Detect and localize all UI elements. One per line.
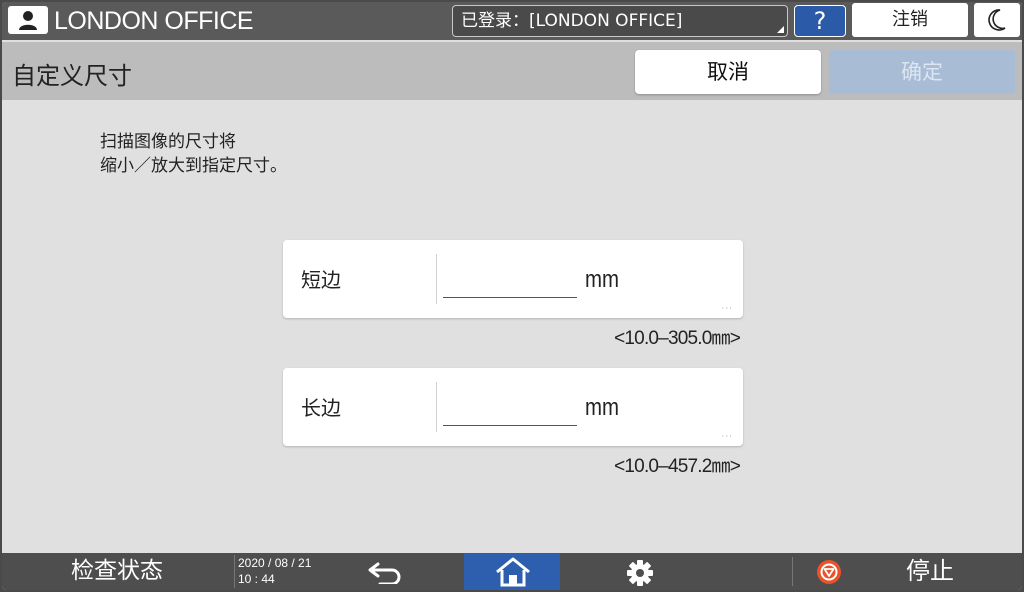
top-bar: LONDON OFFICE 已登录：[LONDON OFFICE] ? 注销 [2, 2, 1022, 40]
divider [792, 557, 793, 586]
logout-button[interactable]: 注销 [852, 3, 968, 37]
long-side-field[interactable]: 长边 mm ··· [283, 368, 743, 446]
short-side-field[interactable]: 短边 mm ··· [283, 240, 743, 318]
back-button[interactable] [332, 553, 442, 590]
field-divider [436, 382, 437, 432]
gear-icon [627, 560, 653, 586]
page-title: 自定义尺寸 [12, 62, 132, 90]
home-button[interactable] [464, 553, 560, 590]
help-button[interactable]: ? [794, 5, 846, 37]
energy-saver-button[interactable] [974, 3, 1020, 37]
check-status-button[interactable]: 检查状态 [2, 553, 232, 590]
user-icon [19, 11, 37, 30]
short-side-unit: mm [585, 266, 619, 293]
short-side-input[interactable] [443, 260, 577, 298]
cancel-button[interactable]: 取消 [635, 50, 821, 94]
time-text: 10 : 44 [238, 572, 275, 586]
ok-button[interactable]: 确定 [829, 50, 1015, 94]
short-side-range: <10.0–305.0㎜> [614, 328, 741, 349]
device-name: LONDON OFFICE [54, 7, 254, 35]
bottom-bar: 检查状态 2020 / 08 / 21 10 : 44 停止 [2, 553, 1022, 590]
long-side-input[interactable] [443, 388, 577, 426]
field-divider [436, 254, 437, 304]
date-time: 2020 / 08 / 21 10 : 44 [234, 555, 311, 588]
stop-button[interactable]: 停止 [794, 553, 1022, 590]
description-line-2: 缩小／放大到指定尺寸。 [100, 156, 287, 176]
date-text: 2020 / 08 / 21 [238, 556, 312, 570]
more-dots-icon: ··· [721, 432, 733, 442]
stop-icon [817, 560, 841, 584]
title-bar: 自定义尺寸 取消 确定 [2, 42, 1022, 100]
long-side-label: 长边 [301, 396, 341, 420]
description: 扫描图像的尺寸将 缩小／放大到指定尺寸。 [100, 130, 287, 178]
user-button[interactable] [8, 6, 48, 34]
more-dots-icon: ··· [721, 304, 733, 314]
short-side-label: 短边 [301, 268, 341, 292]
login-status-text: 已登录：[LONDON OFFICE] [461, 11, 683, 31]
login-status-dropdown[interactable]: 已登录：[LONDON OFFICE] [452, 5, 788, 37]
long-side-unit: mm [585, 394, 619, 421]
dropdown-corner-icon [777, 26, 784, 33]
settings-button[interactable] [592, 553, 688, 590]
home-icon [496, 557, 530, 587]
screen: LONDON OFFICE 已登录：[LONDON OFFICE] ? 注销 自… [2, 2, 1022, 590]
description-line-1: 扫描图像的尺寸将 [100, 132, 236, 152]
back-arrow-icon [368, 562, 401, 584]
moon-icon [988, 9, 1006, 31]
stop-label: 停止 [906, 557, 954, 585]
long-side-range: <10.0–457.2㎜> [614, 456, 741, 477]
